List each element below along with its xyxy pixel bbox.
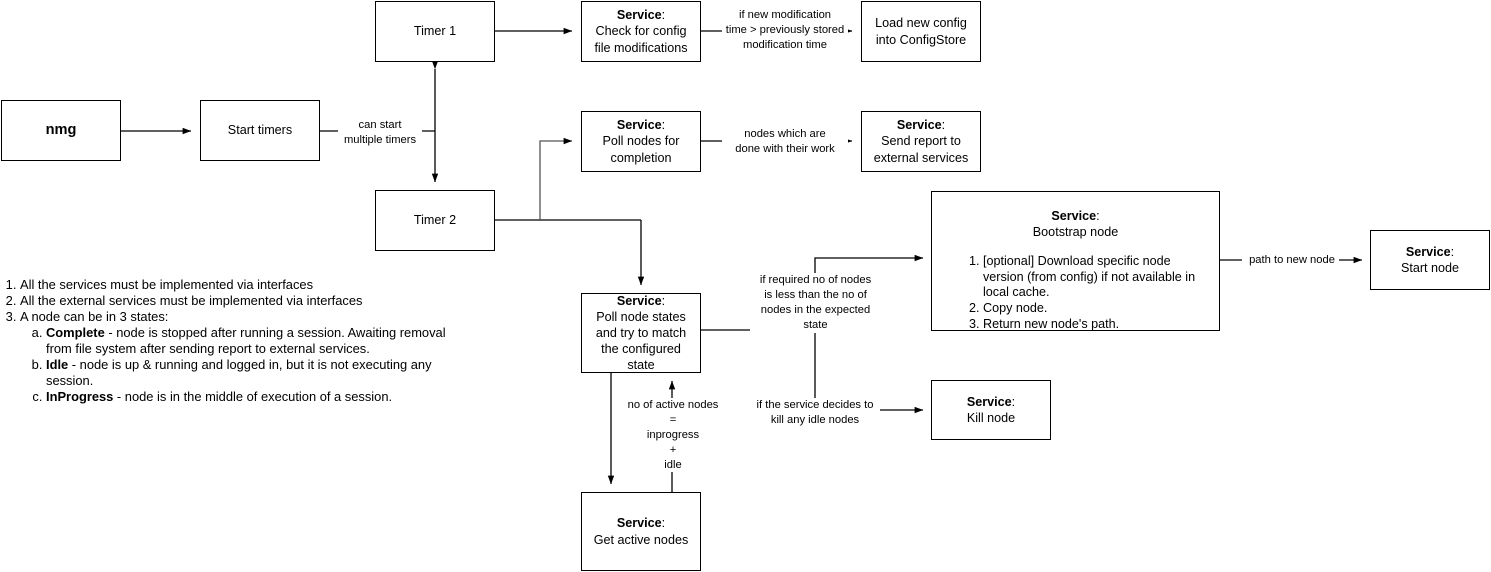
node-timer-2[interactable]: Timer 2	[375, 190, 495, 251]
edge-label-active-nodes-formula: no of active nodes = inprogress + idle	[618, 398, 728, 473]
node-load-new-config-label: Load new config into ConfigStore	[875, 16, 967, 47]
note-sub-term: Complete	[46, 324, 105, 340]
note-sub-term: Idle	[46, 356, 69, 372]
node-poll-states-body: Poll node states and try to match the co…	[595, 309, 687, 373]
notes-block: All the services must be implemented via…	[2, 277, 472, 405]
node-kill-node[interactable]: Service: Kill node	[931, 380, 1051, 440]
node-send-report-head: Service:	[896, 118, 946, 133]
note-text: A node can be in 3 states:	[20, 308, 169, 324]
node-start-node-body: Start node	[1400, 261, 1460, 275]
node-get-active-nodes-head: Service:	[616, 516, 666, 531]
note-sub-item: Complete - node is stopped after running…	[46, 325, 472, 357]
note-text: All the external services must be implem…	[20, 292, 363, 308]
node-send-report-body: Send report to external services	[873, 134, 969, 165]
note-sub-rest: - node is up & running and logged in, bu…	[46, 356, 432, 388]
note-sub-item: Idle - node is up & running and logged i…	[46, 357, 472, 389]
note-sub-list: Complete - node is stopped after running…	[20, 325, 472, 405]
node-kill-node-head: Service:	[966, 394, 1016, 409]
note-item: All the services must be implemented via…	[20, 277, 472, 293]
note-sub-item: InProgress - node is in the middle of ex…	[46, 389, 472, 405]
node-bootstrap-node[interactable]: Service: Bootstrap node [optional] Downl…	[931, 191, 1220, 331]
node-bootstrap-body: Bootstrap node	[1032, 225, 1119, 240]
node-get-active-nodes-body: Get active nodes	[593, 532, 689, 547]
edge-label-if-required-no-of-nodes: if required no of nodes is less than the…	[750, 273, 881, 333]
edge-label-path-to-new-node: path to new node	[1248, 253, 1336, 268]
node-poll-completion-head: Service:	[616, 118, 666, 133]
note-sub-rest: - node is in the middle of execution of …	[113, 388, 393, 404]
node-load-new-config[interactable]: Load new config into ConfigStore	[861, 1, 981, 62]
node-start-node[interactable]: Service: Start node	[1370, 230, 1490, 290]
note-text: All the services must be implemented via…	[20, 277, 314, 292]
node-nmg-label: nmg	[45, 122, 77, 139]
note-item: All the external services must be implem…	[20, 293, 472, 309]
bootstrap-step: [optional] Download specific node versio…	[983, 254, 1213, 301]
node-kill-node-body: Kill node	[966, 411, 1016, 425]
node-get-active-nodes[interactable]: Service: Get active nodes	[581, 492, 701, 571]
node-poll-completion-body: Poll nodes for completion	[602, 134, 680, 165]
note-item: A node can be in 3 states: Complete - no…	[20, 309, 472, 405]
node-bootstrap-steps: [optional] Download specific node versio…	[966, 254, 1213, 332]
node-bootstrap-head: Service:	[1051, 209, 1100, 223]
edge-label-can-start-multiple-timers: can start multiple timers	[338, 118, 422, 148]
bootstrap-step: Copy node.	[983, 301, 1213, 317]
node-timer-1[interactable]: Timer 1	[375, 1, 495, 62]
node-start-timers-label: Start timers	[227, 123, 293, 138]
note-sub-rest: - node is stopped after running a sessio…	[46, 324, 446, 356]
node-poll-nodes-for-completion[interactable]: Service: Poll nodes for completion	[581, 111, 701, 172]
note-sub-term: InProgress	[46, 388, 114, 404]
node-poll-node-states[interactable]: Service: Poll node states and try to mat…	[581, 293, 701, 373]
notes-list: All the services must be implemented via…	[2, 277, 472, 405]
bootstrap-step: Return new node's path.	[983, 317, 1213, 333]
node-check-config-body: Check for config file modifications	[594, 24, 688, 55]
edge-label-if-kill-idle-nodes: if the service decides to kill any idle …	[750, 398, 880, 428]
node-timer-2-label: Timer 2	[413, 213, 457, 228]
node-send-report-external[interactable]: Service: Send report to external service…	[861, 111, 981, 172]
wire-timer2-to-poll-completion	[539, 137, 573, 220]
edge-label-if-new-modification: if new modification time > previously st…	[722, 8, 848, 53]
node-timer-1-label: Timer 1	[413, 24, 457, 39]
node-poll-states-head: Service:	[616, 293, 666, 308]
node-check-config-modifications[interactable]: Service: Check for config file modificat…	[581, 1, 701, 62]
node-start-timers[interactable]: Start timers	[200, 100, 320, 161]
edge-label-nodes-done-with-work: nodes which are done with their work	[722, 127, 848, 157]
node-check-config-head: Service:	[616, 8, 666, 23]
bootstrap-step-list: [optional] Download specific node versio…	[966, 254, 1213, 332]
node-start-node-head: Service:	[1405, 244, 1455, 259]
diagram-canvas: nmg Start timers Timer 1 Timer 2 Service…	[0, 0, 1491, 572]
node-nmg[interactable]: nmg	[1, 100, 121, 161]
